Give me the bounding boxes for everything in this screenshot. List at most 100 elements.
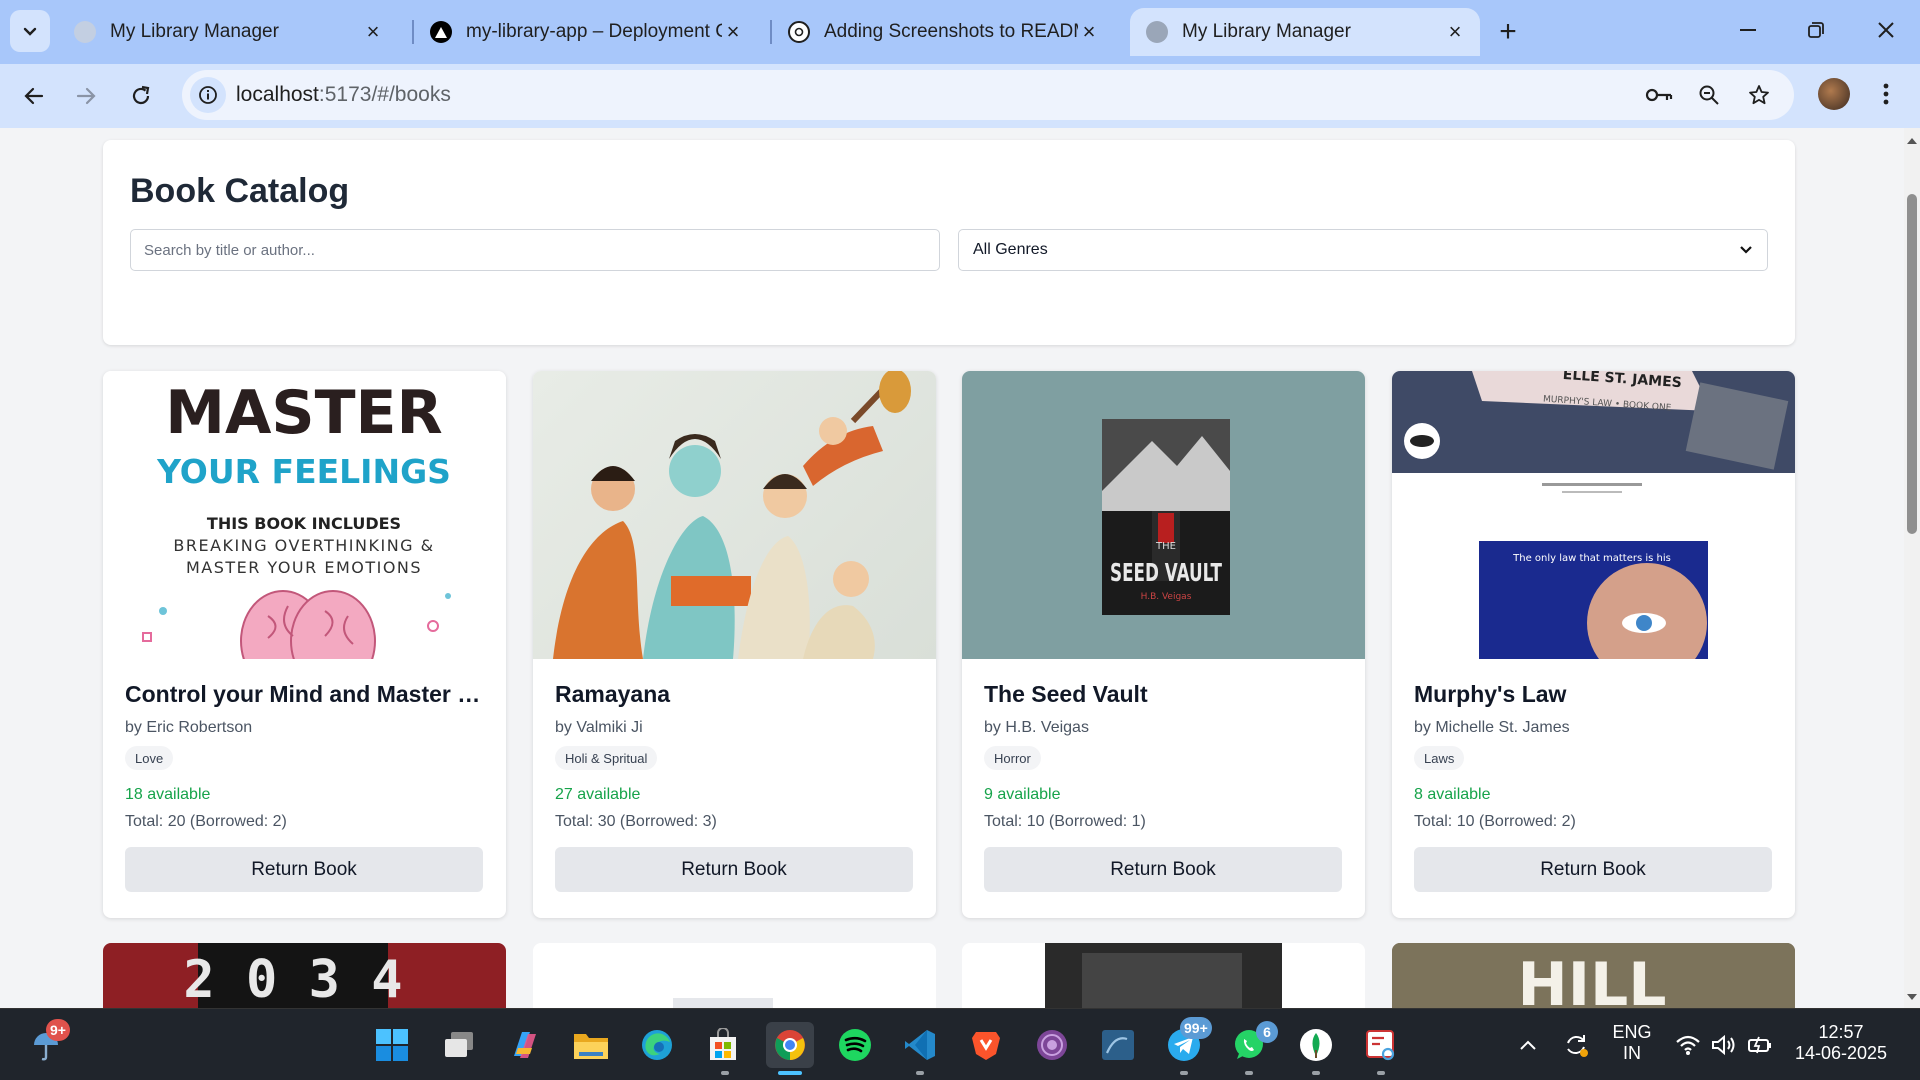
cover-text: THE: [1155, 541, 1176, 552]
return-book-button[interactable]: Return Book: [555, 847, 913, 892]
scroll-up-arrow-icon[interactable]: [1906, 136, 1918, 146]
book-author: by Eric Robertson: [125, 719, 253, 736]
book-title: Control your Mind and Master y...: [125, 681, 485, 707]
close-window-button[interactable]: [1864, 12, 1908, 48]
language-indicator[interactable]: ENG IN: [1606, 1022, 1658, 1064]
running-indicator: [1312, 1071, 1320, 1075]
book-cover-image: 2 0 3 4: [183, 943, 403, 1008]
minimize-icon: [1740, 29, 1756, 31]
book-author: by Valmiki Ji: [555, 719, 643, 736]
vscode-icon[interactable]: [900, 1025, 940, 1065]
tab-strip: My Library Manager × my-library-app – De…: [0, 0, 1920, 64]
more-vert-icon: [1883, 83, 1889, 105]
genre-select[interactable]: All Genres: [958, 229, 1768, 271]
book-card-partial: [533, 943, 936, 1008]
telegram-badge: 99+: [1180, 1017, 1212, 1039]
cover-text: H.B. Veigas: [1141, 592, 1192, 602]
battery-icon[interactable]: [1740, 1025, 1780, 1065]
sync-icon[interactable]: [1556, 1025, 1596, 1065]
close-icon[interactable]: ×: [722, 19, 744, 44]
active-indicator: [778, 1071, 802, 1075]
book-card: Ramayana by Valmiki Ji Holi & Spritual 2…: [533, 371, 936, 918]
show-hidden-icons-chevron-icon[interactable]: [1508, 1025, 1548, 1065]
book-cover-image: HILL: [1392, 943, 1795, 1008]
copilot-icon[interactable]: [505, 1025, 545, 1065]
cover-text: SEED VAULT: [1110, 558, 1222, 587]
url-text[interactable]: localhost:5173/#/books: [236, 83, 451, 107]
password-key-icon[interactable]: [1644, 80, 1674, 110]
edge-icon[interactable]: [637, 1025, 677, 1065]
vercel-icon: [430, 21, 452, 43]
address-bar[interactable]: localhost:5173/#/books: [182, 70, 1794, 120]
profile-avatar[interactable]: [1818, 78, 1850, 110]
tab-title: My Library Manager: [1182, 21, 1351, 42]
scrollbar-thumb[interactable]: [1907, 194, 1917, 534]
task-view-icon[interactable]: [439, 1025, 479, 1065]
cover-text: MASTER YOUR EMOTIONS: [186, 558, 422, 577]
search-input[interactable]: [130, 229, 940, 271]
reload-button[interactable]: [121, 76, 161, 116]
new-tab-button[interactable]: +: [1490, 14, 1526, 50]
volume-icon[interactable]: [1704, 1025, 1744, 1065]
chrome-icon[interactable]: [766, 1022, 814, 1068]
mongodb-compass-icon[interactable]: [1296, 1025, 1336, 1065]
running-indicator: [916, 1071, 924, 1075]
spotify-icon[interactable]: [835, 1025, 875, 1065]
wifi-icon[interactable]: [1668, 1025, 1708, 1065]
close-icon[interactable]: ×: [362, 19, 384, 44]
bookmark-star-icon[interactable]: [1744, 80, 1774, 110]
site-info-icon[interactable]: [190, 77, 226, 113]
genre-select-value: All Genres: [973, 241, 1048, 258]
file-explorer-icon[interactable]: [571, 1025, 611, 1065]
page-scrollbar[interactable]: [1904, 128, 1920, 1008]
book-cover-image: MASTER YOUR FEELINGS THIS BOOK INCLUDES …: [103, 371, 506, 659]
restore-button[interactable]: [1794, 12, 1838, 48]
minimize-button[interactable]: [1726, 12, 1770, 48]
microsoft-store-icon[interactable]: [703, 1025, 743, 1065]
tor-browser-icon[interactable]: [1032, 1025, 1072, 1065]
total-borrowed-text: Total: 10 (Borrowed: 1): [984, 813, 1146, 830]
tab-library-active[interactable]: My Library Manager ×: [1130, 8, 1480, 56]
tab-readme[interactable]: Adding Screenshots to READMI ×: [772, 8, 1114, 56]
clock[interactable]: 12:57 14-06-2025: [1786, 1022, 1896, 1064]
tab-library-1[interactable]: My Library Manager ×: [58, 8, 398, 56]
cover-text: THIS BOOK INCLUDES: [207, 514, 401, 533]
clock-time: 12:57: [1818, 1022, 1864, 1042]
scroll-down-arrow-icon[interactable]: [1906, 992, 1918, 1002]
zoom-icon[interactable]: [1694, 80, 1724, 110]
back-button[interactable]: [14, 76, 54, 116]
return-book-button[interactable]: Return Book: [1414, 847, 1772, 892]
book-card: THE SEED VAULT H.B. Veigas The Seed Vaul…: [962, 371, 1365, 918]
close-icon[interactable]: ×: [1444, 19, 1466, 44]
arrow-right-icon: [76, 87, 96, 105]
total-borrowed-text: Total: 30 (Borrowed: 3): [555, 813, 717, 830]
return-book-button[interactable]: Return Book: [125, 847, 483, 892]
tab-deployment[interactable]: my-library-app – Deployment C ×: [414, 8, 758, 56]
snipping-tool-icon[interactable]: [1361, 1025, 1401, 1065]
close-icon[interactable]: ×: [1078, 19, 1100, 44]
chatgpt-icon: [788, 21, 810, 43]
page-title: Book Catalog: [130, 172, 350, 210]
mysql-workbench-icon[interactable]: [1098, 1025, 1138, 1065]
tab-title: my-library-app – Deployment C: [466, 21, 722, 42]
brave-icon[interactable]: [966, 1025, 1006, 1065]
whatsapp-badge: 6: [1256, 1021, 1278, 1043]
windows-start-icon[interactable]: [372, 1025, 412, 1065]
globe-icon: [1146, 21, 1168, 43]
close-icon: [1878, 22, 1894, 38]
book-author: by H.B. Veigas: [984, 719, 1089, 736]
tab-title: Adding Screenshots to READMI: [824, 21, 1078, 42]
tab-search-button[interactable]: [10, 10, 50, 52]
availability-text: 8 available: [1414, 786, 1491, 803]
total-borrowed-text: Total: 20 (Borrowed: 2): [125, 813, 287, 830]
book-card: MASTER YOUR FEELINGS THIS BOOK INCLUDES …: [103, 371, 506, 918]
cover-text: YOUR FEELINGS: [156, 452, 451, 491]
browser-menu-button[interactable]: [1870, 78, 1902, 110]
page-viewport: Book Catalog All Genres MASTER YOUR FEEL…: [0, 128, 1920, 1008]
weather-badge: 9+: [46, 1019, 70, 1041]
return-book-button[interactable]: Return Book: [984, 847, 1342, 892]
taskbar: 9+ 99+ 6 ENG IN 12:57 14-06-2025: [0, 1008, 1920, 1080]
chevron-down-icon: [23, 27, 37, 36]
forward-button[interactable]: [66, 76, 106, 116]
language-code: ENG: [1612, 1022, 1652, 1042]
